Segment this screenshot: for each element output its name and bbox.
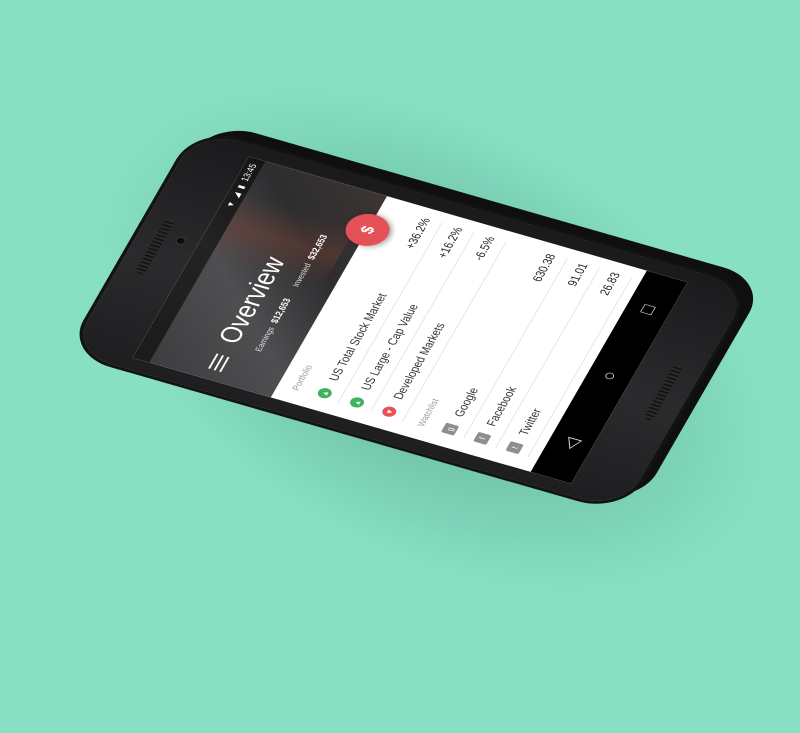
facebook-icon: f — [473, 431, 492, 445]
home-icon[interactable]: ○ — [597, 369, 623, 383]
hamburger-menu-icon[interactable] — [208, 353, 230, 373]
trend-down-icon: ▼ — [380, 405, 399, 419]
portfolio-item-change: -6.5% — [470, 234, 498, 262]
watchlist-item-price: 91.01 — [563, 261, 591, 288]
battery-icon: ▮ — [234, 183, 247, 190]
wifi-icon: ▼ — [224, 200, 238, 209]
scene: ▼ ◢ ▮ 13:45 Overview Earnings $12,653 In… — [0, 0, 800, 600]
google-icon: g — [440, 422, 460, 436]
earnings-value: $12,653 — [269, 297, 294, 325]
trend-up-icon: ▲ — [315, 386, 334, 400]
watchlist-item-price: 26.83 — [595, 270, 623, 297]
watchlist-item-price: 630.38 — [528, 252, 559, 284]
signal-icon: ◢ — [229, 191, 242, 199]
earnings-label: Earnings — [253, 325, 277, 353]
phone-device: ▼ ◢ ▮ 13:45 Overview Earnings $12,653 In… — [69, 129, 751, 511]
recents-icon[interactable]: □ — [635, 302, 661, 316]
twitter-icon: t — [505, 441, 524, 455]
trend-up-icon: ▲ — [347, 395, 367, 410]
back-icon[interactable]: ◁ — [556, 435, 585, 452]
